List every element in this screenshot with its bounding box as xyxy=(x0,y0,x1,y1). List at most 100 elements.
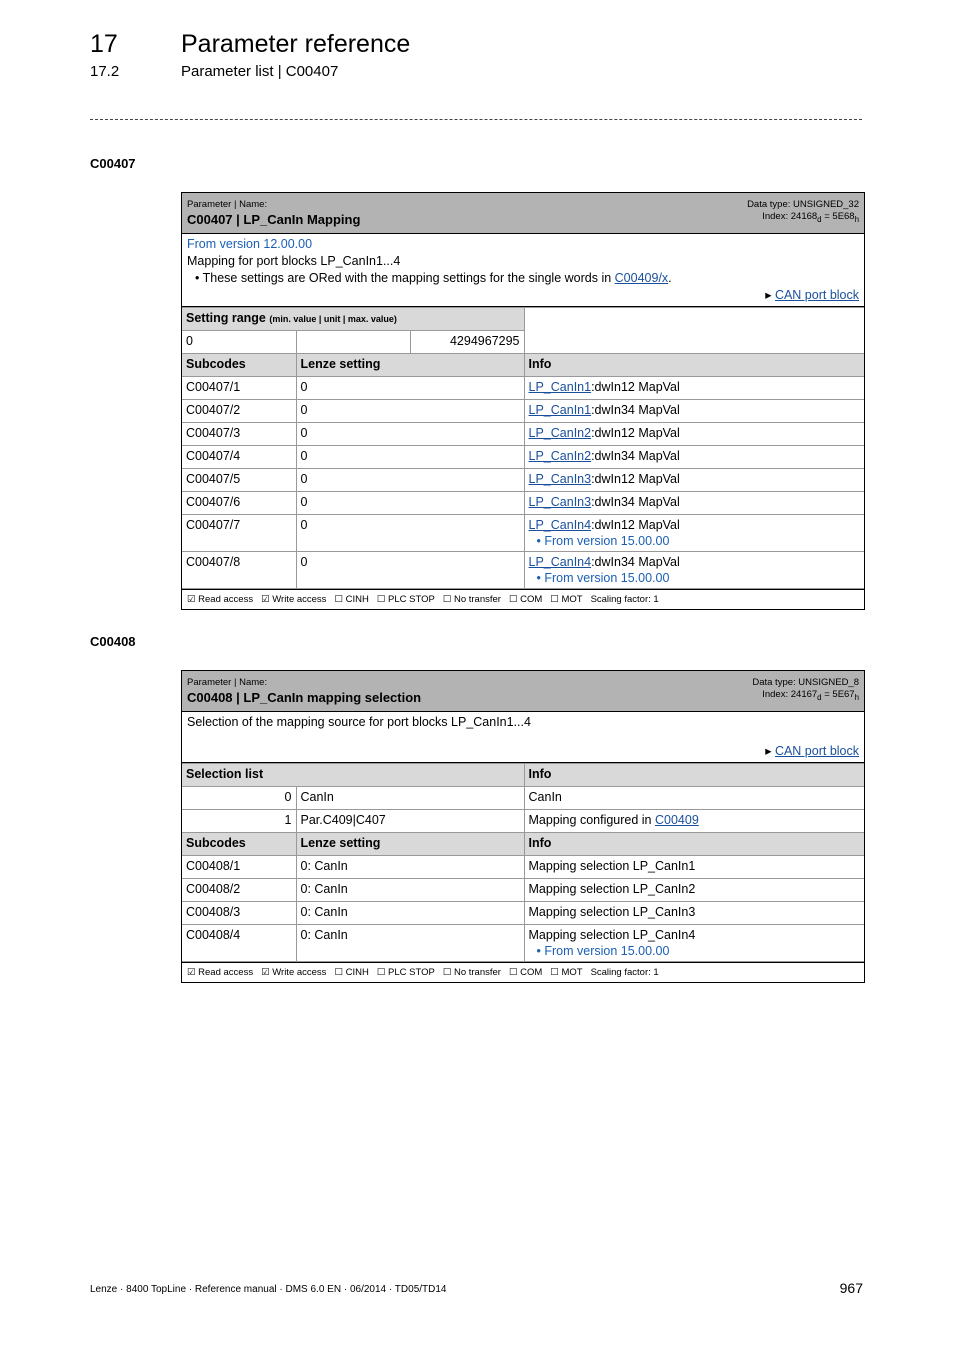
info-text: :dwIn34 MapVal xyxy=(591,403,680,417)
col-header: Info xyxy=(523,353,865,377)
selection-row: 1 Par.C409|C407 Mapping configured in C004… xyxy=(182,809,865,833)
info-text: Mapping configured in xyxy=(528,813,655,827)
port-link[interactable]: LP_CanIn1 xyxy=(529,380,592,394)
page-number: 967 xyxy=(839,1280,863,1296)
port-link[interactable]: LP_CanIn4 xyxy=(529,518,592,532)
param-table: Selection list Info 0 CanIn CanIn 1 Par.C409|C… xyxy=(182,763,865,962)
port-link[interactable]: LP_CanIn4 xyxy=(529,555,592,569)
index-dec: 24168 xyxy=(790,211,818,222)
param-heading: C00408 xyxy=(90,634,136,649)
info-text: CanIn xyxy=(528,790,562,804)
description-text: Mapping for port blocks LP_CanIn1...4 xyxy=(187,254,401,268)
info-text: :dwIn34 MapVal xyxy=(591,449,680,463)
access-footer: ☑ Read access ☑ Write access ☐ CINH ☐ PLC S… xyxy=(182,962,864,982)
port-block-row: ▸ CAN port block xyxy=(765,288,859,302)
info: LP_CanIn3:dwIn12 MapVal xyxy=(523,468,865,492)
access-flag: ☑ Read access xyxy=(187,967,254,978)
table-row: C00408/2 0: CanIn Mapping selection LP_Can… xyxy=(182,878,865,902)
port-link[interactable]: LP_CanIn1 xyxy=(529,403,592,417)
info: LP_CanIn2:dwIn34 MapVal xyxy=(523,445,865,469)
version-note: • From version 15.00.00 xyxy=(536,571,670,585)
can-port-block-link[interactable]: CAN port block xyxy=(775,744,859,758)
param-heading: C00407 xyxy=(90,156,136,171)
access-flag: ☐ CINH xyxy=(334,594,369,605)
table-row: C00408/1 0: CanIn Mapping selection LP_Can… xyxy=(182,855,865,879)
param-description: Selection of the mapping source for port… xyxy=(182,712,864,763)
lenze-setting: 0 xyxy=(295,491,525,515)
selection-info: CanIn xyxy=(523,786,865,810)
selection-info: Mapping configured in C00409 xyxy=(523,809,865,833)
info-text: :dwIn12 MapVal xyxy=(591,426,680,440)
bullet-text: These settings are ORed with the mapping… xyxy=(202,271,615,285)
access-footer: ☑ Read access ☑ Write access ☐ CINH ☐ PLC S… xyxy=(182,589,864,609)
description-text: Selection of the mapping source for port… xyxy=(187,715,531,729)
col-header: Lenze setting xyxy=(295,353,525,377)
version-note: • From version 15.00.00 xyxy=(536,534,670,548)
access-flag: Scaling factor: 1 xyxy=(590,594,659,605)
port-link[interactable]: LP_CanIn3 xyxy=(529,495,592,509)
col-header: Lenze setting xyxy=(295,832,525,856)
lenze-setting: 0: CanIn xyxy=(295,878,525,902)
note-text: From version 15.00.00 xyxy=(544,944,670,958)
lenze-setting: 0 xyxy=(295,399,525,423)
info-text: Mapping selection LP_CanIn2 xyxy=(528,882,696,896)
port-link[interactable]: LP_CanIn3 xyxy=(529,472,592,486)
col-header: Info xyxy=(523,763,865,787)
info: LP_CanIn3:dwIn34 MapVal xyxy=(523,491,865,515)
info-text: :dwIn34 MapVal xyxy=(591,495,680,509)
version-note: • From version 15.00.00 xyxy=(536,944,670,958)
data-type-text: Data type: UNSIGNED_32 xyxy=(747,199,859,210)
section-title: Parameter list | C00407 xyxy=(181,63,339,80)
subcode: C00407/7 xyxy=(182,514,297,552)
range-max: 4294967295 xyxy=(409,330,525,354)
note-text: From version 15.00.00 xyxy=(544,534,670,548)
lenze-setting: 0: CanIn xyxy=(295,901,525,925)
port-link[interactable]: LP_CanIn2 xyxy=(529,449,592,463)
subcode: C00407/3 xyxy=(182,422,297,446)
table-row: C00407/1 0 LP_CanIn1:dwIn12 MapVal xyxy=(182,376,865,400)
subcode: C00408/2 xyxy=(182,878,297,902)
range-header: Setting range (min. value | unit | max. … xyxy=(182,307,865,354)
info-text: :dwIn12 MapVal xyxy=(591,380,680,394)
index-dec: 24167 xyxy=(790,689,818,700)
index-hex: 5E67 xyxy=(832,689,855,700)
access-flag: ☐ No transfer xyxy=(442,967,501,978)
access-flag: ☐ CINH xyxy=(334,967,369,978)
lenze-setting: 0 xyxy=(295,468,525,492)
index: Index: 24168d = 5E68h xyxy=(762,211,859,224)
table-row: C00407/6 0 LP_CanIn3:dwIn34 MapVal xyxy=(182,491,865,515)
col-header: Subcodes xyxy=(182,832,297,856)
info-text: :dwIn34 MapVal xyxy=(591,555,680,569)
port-link[interactable]: LP_CanIn2 xyxy=(529,426,592,440)
c00409-link[interactable]: C00409 xyxy=(655,813,699,827)
access-flag: ☐ COM xyxy=(508,594,543,605)
param-label: Parameter | Name: xyxy=(187,677,268,688)
empty-cell xyxy=(523,307,865,354)
param-header: Parameter | Name: C00407 | LP_CanIn Mappi… xyxy=(182,193,864,234)
param-description: From version 12.00.00 Mapping for port bl… xyxy=(182,234,864,307)
col-header: Selection list xyxy=(182,763,525,787)
param-table-c00407: Parameter | Name: C00407 | LP_CanIn Mappi… xyxy=(181,192,865,610)
access-flag: ☐ PLC STOP xyxy=(376,967,435,978)
info: Mapping selection LP_CanIn1 xyxy=(523,855,865,879)
version-note: From version 12.00.00 xyxy=(187,237,313,251)
data-type: Data type: UNSIGNED_8 Index: 24167d = 5E6… xyxy=(752,677,859,704)
selection-number: 1 xyxy=(182,809,297,833)
lenze-setting: 0 xyxy=(295,376,525,400)
can-port-block-link[interactable]: CAN port block xyxy=(775,288,859,302)
bullet-end: . xyxy=(668,271,672,285)
c00409-link[interactable]: C00409/x xyxy=(615,271,669,285)
subcodes-header: Subcodes Lenze setting Info xyxy=(182,832,865,856)
chapter-number: 17 xyxy=(90,30,118,58)
info-text: :dwIn12 MapVal xyxy=(591,472,680,486)
lenze-setting: 0 xyxy=(295,551,525,589)
port-block-row: ▸ CAN port block xyxy=(765,744,859,758)
subcode: C00407/5 xyxy=(182,468,297,492)
param-table: Setting range (min. value | unit | max. … xyxy=(182,307,865,589)
info: LP_CanIn1:dwIn34 MapVal xyxy=(523,399,865,423)
page-footer: Lenze · 8400 TopLine · Reference manual … xyxy=(90,1284,447,1295)
sub-d: d xyxy=(817,214,822,224)
param-table-c00408: Parameter | Name: C00408 | LP_CanIn mappi… xyxy=(181,670,865,983)
table-row: C00407/8 0 LP_CanIn4:dwIn34 MapVal • From v… xyxy=(182,551,865,589)
